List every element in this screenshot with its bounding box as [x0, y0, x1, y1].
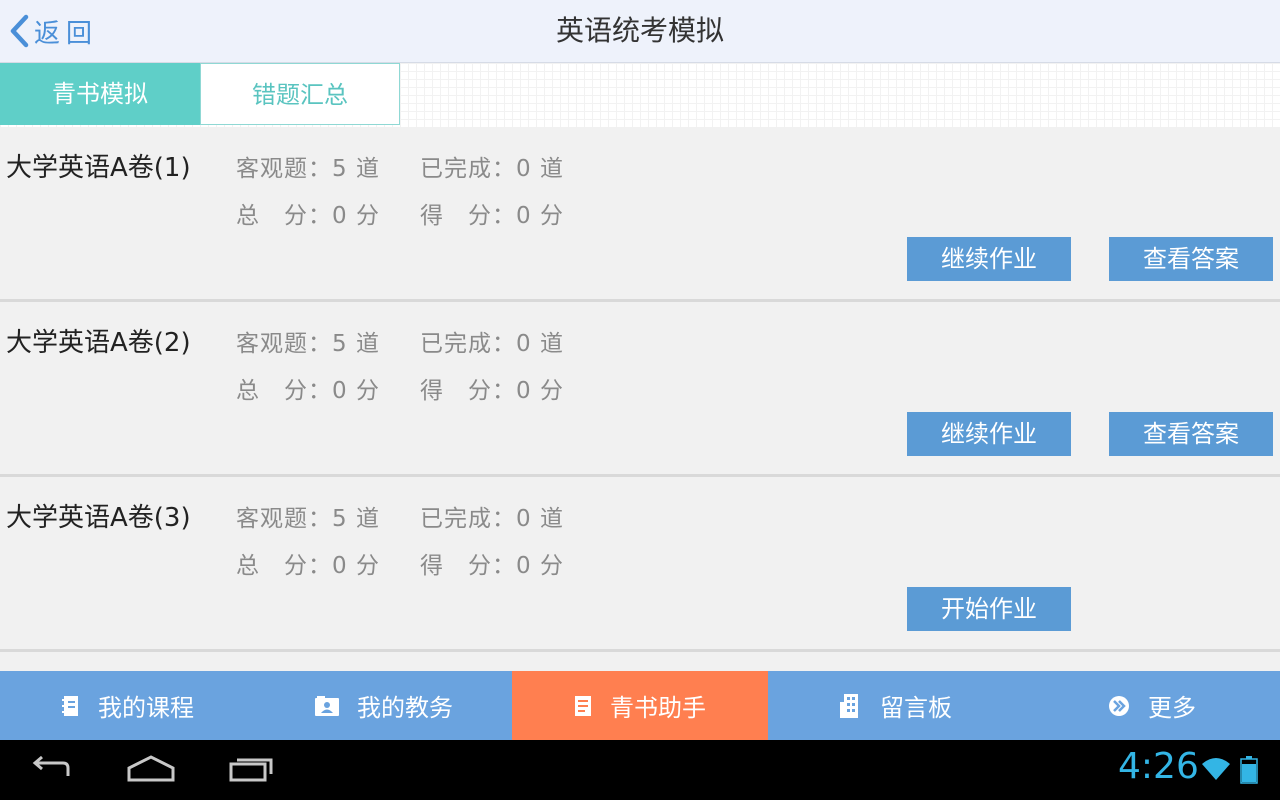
nav-label: 青书助手: [610, 694, 706, 722]
status-clock: 4:26: [1118, 746, 1199, 787]
chevron-left-icon: [8, 14, 30, 48]
obtained-score: 得 分：0 分: [420, 378, 564, 404]
total-score: 总 分：0 分: [236, 378, 380, 404]
obtained-score: 得 分：0 分: [420, 553, 564, 579]
objective-count: 客观题：5 道: [236, 506, 380, 532]
back-button[interactable]: 返回: [8, 12, 98, 50]
page-title: 英语统考模拟: [555, 14, 724, 47]
nav-qingshu-assistant[interactable]: 青书助手: [512, 671, 768, 740]
tab-bar: 青书模拟 错题汇总: [0, 63, 1280, 127]
nav-more[interactable]: 更多: [1024, 671, 1280, 740]
view-answers-button[interactable]: 查看答案: [1109, 412, 1273, 456]
exam-title: 大学英语A卷(1): [6, 153, 191, 183]
notebook-icon: [62, 695, 80, 717]
user-folder-icon: [315, 695, 339, 716]
document-icon: [574, 695, 592, 717]
battery-icon: [1240, 756, 1258, 788]
nav-label: 留言板: [880, 694, 952, 722]
completed-count: 已完成：0 道: [420, 506, 564, 532]
header-bar: 返回 英语统考模拟: [0, 0, 1280, 63]
building-icon: [840, 693, 862, 718]
list-item: 大学英语A卷(2) 客观题：5 道 已完成：0 道 总 分：0 分 得 分：0 …: [0, 302, 1280, 477]
exam-title: 大学英语A卷(3): [6, 503, 191, 533]
continue-button[interactable]: 继续作业: [907, 412, 1071, 456]
completed-count: 已完成：0 道: [420, 331, 564, 357]
home-nav-icon[interactable]: [126, 754, 176, 788]
tab-wrong-answers[interactable]: 错题汇总: [200, 63, 400, 125]
nav-my-affairs[interactable]: 我的教务: [256, 671, 512, 740]
recents-nav-icon[interactable]: [228, 754, 274, 788]
bottom-nav: 我的课程 我的教务 青书助手 留言板 更多: [0, 671, 1280, 740]
back-label: 返回: [34, 18, 99, 49]
list-item: 大学英语A卷(1) 客观题：5 道 已完成：0 道 总 分：0 分 得 分：0 …: [0, 127, 1280, 302]
obtained-score: 得 分：0 分: [420, 203, 564, 229]
objective-count: 客观题：5 道: [236, 331, 380, 357]
objective-count: 客观题：5 道: [236, 156, 380, 182]
exam-list: 大学英语A卷(1) 客观题：5 道 已完成：0 道 总 分：0 分 得 分：0 …: [0, 127, 1280, 671]
continue-button[interactable]: 继续作业: [907, 237, 1071, 281]
total-score: 总 分：0 分: [236, 203, 380, 229]
exam-title: 大学英语A卷(2): [6, 328, 191, 358]
list-item: 大学英语A卷(3) 客观题：5 道 已完成：0 道 总 分：0 分 得 分：0 …: [0, 477, 1280, 652]
system-bar: 4:26: [0, 740, 1280, 800]
nav-label: 我的课程: [98, 694, 194, 722]
tab-qingshu-mock[interactable]: 青书模拟: [0, 63, 200, 125]
completed-count: 已完成：0 道: [420, 156, 564, 182]
nav-message-board[interactable]: 留言板: [768, 671, 1024, 740]
total-score: 总 分：0 分: [236, 553, 380, 579]
list-item: [0, 652, 1280, 671]
nav-label: 更多: [1148, 694, 1196, 722]
nav-my-courses[interactable]: 我的课程: [0, 671, 256, 740]
start-button[interactable]: 开始作业: [907, 587, 1071, 631]
back-nav-icon[interactable]: [28, 754, 74, 788]
double-chevron-icon: [1108, 695, 1130, 717]
nav-label: 我的教务: [357, 694, 453, 722]
wifi-icon: [1200, 756, 1232, 786]
view-answers-button[interactable]: 查看答案: [1109, 237, 1273, 281]
